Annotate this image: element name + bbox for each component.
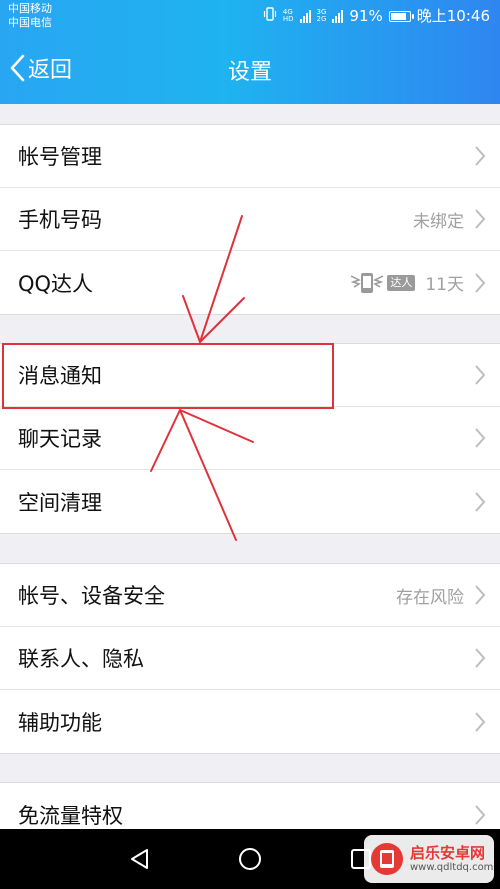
arrow-up-shaft [179, 409, 237, 541]
watermark-url: www.qdltdq.com [410, 862, 494, 873]
arrow-down-shaft [199, 215, 243, 343]
watermark-logo-icon [371, 843, 403, 875]
arrow-down-head-left [182, 295, 201, 343]
back-triangle-icon[interactable] [128, 847, 152, 871]
annotation-arrows [150, 215, 254, 541]
watermark-title: 启乐安卓网 [410, 844, 486, 862]
system-nav-bar: 启乐安卓网 www.qdltdq.com [0, 829, 500, 889]
arrow-up-head-left [150, 409, 181, 472]
watermark: 启乐安卓网 www.qdltdq.com [364, 835, 494, 883]
home-circle-icon[interactable] [238, 847, 262, 871]
